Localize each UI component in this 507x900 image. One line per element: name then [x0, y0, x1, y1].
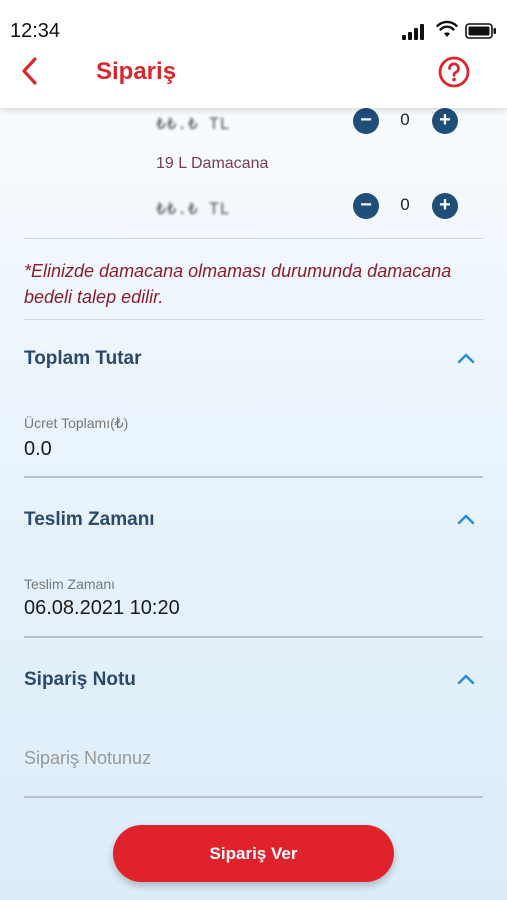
signal-icon [402, 24, 428, 40]
increment-button[interactable]: + [432, 108, 458, 134]
field-underline [24, 636, 483, 638]
delivery-field-label: Teslim Zamanı [24, 576, 116, 592]
chevron-up-icon[interactable] [456, 672, 476, 686]
total-field-label: Ücret Toplamı(₺) [24, 415, 129, 431]
total-field-value: 0.0 [24, 438, 52, 460]
order-content: ₺₺.₺ TL − 0 + 19 L Damacana ₺₺.₺ TL − 0 … [0, 108, 507, 900]
product-row: ₺₺.₺ TL − 0 + [0, 193, 507, 233]
status-time: 12:34 [10, 20, 61, 42]
total-section-title[interactable]: Toplam Tutar [24, 348, 142, 370]
divider [24, 319, 483, 320]
product-price: ₺₺.₺ TL [156, 199, 231, 218]
product-name: 19 L Damacana [156, 155, 269, 172]
status-bar: 12:34 [0, 0, 507, 50]
battery-icon [465, 23, 496, 39]
page-title: Sipariş [96, 58, 177, 85]
quantity-value: 0 [400, 110, 410, 129]
deposit-warning: *Elinizde damacana olmaması durumunda da… [24, 261, 452, 307]
delivery-section-title[interactable]: Teslim Zamanı [24, 509, 155, 531]
chevron-up-icon[interactable] [456, 512, 476, 526]
decrement-button[interactable]: − [353, 193, 379, 219]
order-note-input[interactable]: Sipariş Notunuz [24, 748, 151, 769]
field-underline [24, 796, 483, 798]
chevron-left-icon [22, 57, 37, 85]
delivery-time-field[interactable]: 06.08.2021 10:20 [24, 597, 180, 620]
chevron-up-icon[interactable] [456, 351, 476, 365]
divider [24, 238, 483, 239]
product-price: ₺₺.₺ TL [156, 114, 231, 133]
wifi-icon [436, 20, 458, 37]
submit-order-button[interactable]: Sipariş Ver [113, 825, 394, 882]
back-button[interactable] [14, 56, 44, 86]
quantity-value: 0 [400, 195, 410, 214]
decrement-button[interactable]: − [353, 108, 379, 134]
help-icon[interactable] [438, 56, 470, 88]
app-header: Sipariş [0, 50, 507, 108]
field-underline [24, 476, 483, 478]
increment-button[interactable]: + [432, 193, 458, 219]
note-section-title[interactable]: Sipariş Notu [24, 669, 136, 691]
product-row: ₺₺.₺ TL − 0 + [0, 108, 507, 148]
